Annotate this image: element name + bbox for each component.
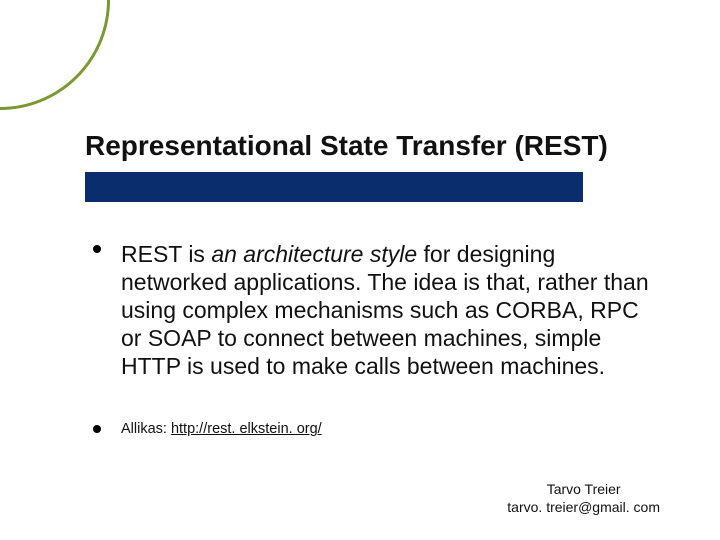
body-paragraph: REST is an architecture style for design… [121, 241, 649, 379]
text-italic: an architecture style [211, 241, 417, 267]
source-line: Allikas: http://rest. elkstein. org/ [121, 421, 322, 437]
source-link[interactable]: http://rest. elkstein. org/ [171, 421, 322, 437]
slide-title: Representational State Transfer (REST) [85, 130, 650, 162]
title-accent-bar [85, 172, 583, 202]
source-label: Allikas: [121, 421, 171, 437]
slide-content: Representational State Transfer (REST) R… [0, 0, 720, 540]
list-item: REST is an architecture style for design… [93, 240, 650, 380]
text-fragment: REST is [121, 241, 211, 267]
footer: Tarvo Treier tarvo. treier@gmail. com [507, 481, 660, 516]
list-item: Allikas: http://rest. elkstein. org/ [93, 420, 650, 438]
bullet-list: REST is an architecture style for design… [85, 240, 650, 438]
author-email: tarvo. treier@gmail. com [507, 499, 660, 517]
author-name: Tarvo Treier [507, 481, 660, 499]
